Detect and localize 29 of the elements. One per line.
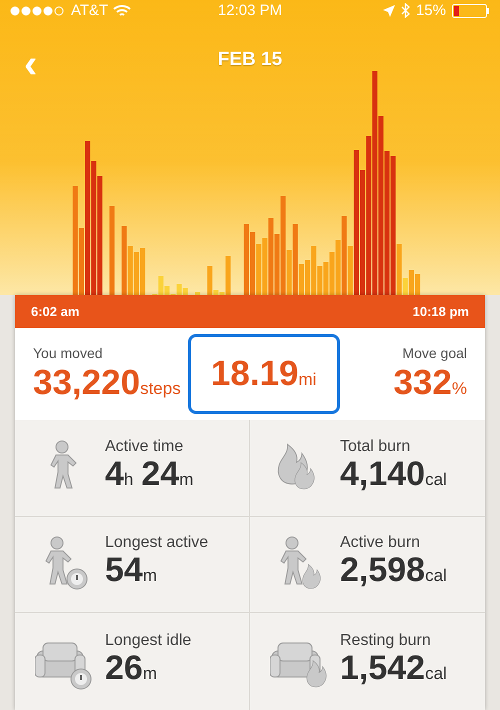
date-title: FEB 15 bbox=[218, 49, 282, 71]
stat-label: Longest active bbox=[105, 534, 208, 552]
stat-value: 4,140cal bbox=[340, 456, 448, 495]
stat-value: 26m bbox=[105, 650, 158, 689]
stat-value: 4h 24m bbox=[105, 456, 194, 495]
stat-label: Longest idle bbox=[105, 632, 192, 650]
summary-label: You moved bbox=[33, 345, 103, 361]
stat-value: 2,598cal bbox=[340, 552, 448, 592]
start-time: 6:02 am bbox=[31, 304, 80, 319]
location-icon bbox=[382, 4, 395, 16]
stat-label: Active burn bbox=[340, 534, 422, 552]
stat-label: Active time bbox=[105, 438, 184, 456]
stat-label: Resting burn bbox=[340, 632, 432, 650]
bluetooth-icon bbox=[400, 3, 410, 18]
summary-value: 18.19mi bbox=[210, 354, 316, 394]
back-button[interactable]: ‹ bbox=[18, 49, 44, 79]
signal-icon bbox=[10, 6, 66, 16]
summary-value: 33,220steps bbox=[33, 363, 181, 403]
stat-label: Total burn bbox=[340, 438, 412, 456]
summary-value: 332% bbox=[393, 363, 467, 403]
battery-icon bbox=[452, 4, 490, 18]
summary-label: Move goal bbox=[402, 345, 467, 361]
stat-value: 54m bbox=[105, 552, 158, 592]
status-time: 12:03 PM bbox=[218, 2, 282, 19]
carrier-name: AT&T bbox=[71, 2, 108, 19]
battery-percent: 15% bbox=[416, 2, 446, 19]
wifi-icon bbox=[113, 4, 132, 18]
stat-value: 1,542cal bbox=[340, 650, 448, 689]
end-time: 10:18 pm bbox=[412, 304, 469, 319]
